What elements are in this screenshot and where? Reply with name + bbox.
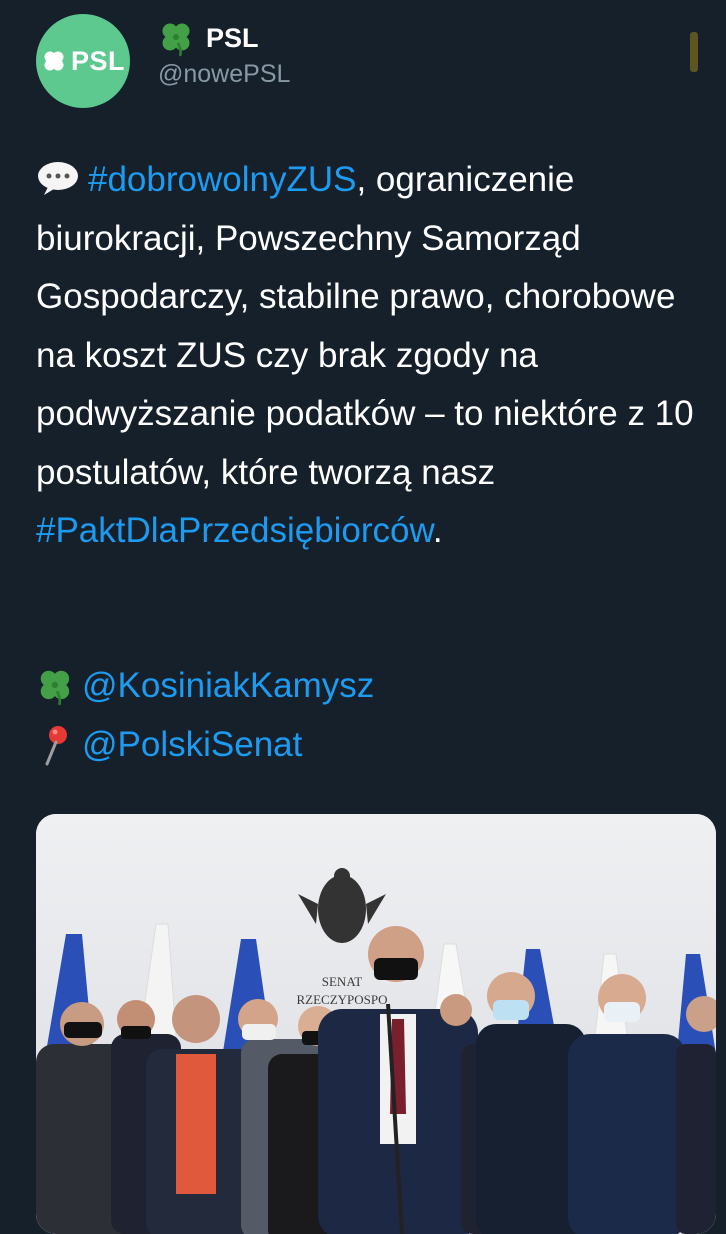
four-leaf-clover-icon — [162, 23, 190, 57]
senate-sign-line-1: SENAT — [322, 974, 363, 989]
more-options-icon[interactable] — [678, 0, 710, 72]
mention-link[interactable]: @PolskiSenat — [82, 716, 302, 774]
hashtag-link[interactable]: #dobrowolnyZUS — [88, 160, 356, 199]
hashtag-link[interactable]: #PaktDlaPrzedsiębiorców — [36, 511, 433, 550]
tweet-photo[interactable]: SENAT RZECZYPOSPO — [36, 814, 716, 1234]
mention-line-1: @KosiniakKamysz — [36, 657, 374, 715]
user-handle[interactable]: @nowePSL — [158, 60, 290, 89]
clover-icon — [44, 51, 64, 71]
four-leaf-clover-icon — [40, 670, 70, 706]
tweet-body-text: , ograniczenie biurokracji, Powszechny S… — [36, 160, 694, 492]
display-name: PSL — [206, 22, 259, 53]
senate-sign-line-2: RZECZYPOSPO — [296, 992, 387, 1007]
avatar[interactable]: PSL — [36, 14, 130, 108]
tweet-period: . — [432, 511, 443, 550]
display-name-row[interactable]: PSL — [158, 18, 259, 58]
avatar-label: PSL — [70, 45, 125, 76]
tweet-text: #dobrowolnyZUS, ograniczenie biurokracji… — [36, 151, 716, 561]
mention-link[interactable]: @KosiniakKamysz — [82, 657, 374, 715]
location-pin-icon — [45, 726, 67, 766]
speech-balloon-icon — [38, 162, 78, 195]
mention-line-2: @PolskiSenat — [36, 716, 302, 774]
